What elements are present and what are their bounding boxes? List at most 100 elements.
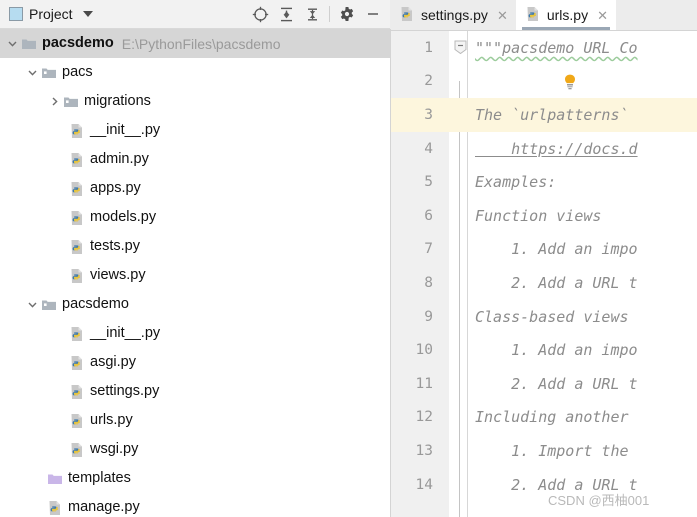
python-file-icon [68, 238, 85, 255]
code-text: The `urlpatterns` [475, 105, 629, 124]
python-file-icon [68, 412, 85, 429]
line-number: 13 [415, 442, 433, 459]
tree-row-models-py[interactable]: models.py [0, 203, 390, 232]
tree-row-admin-py[interactable]: admin.py [0, 145, 390, 174]
tree-item-label: models.py [90, 209, 157, 226]
tree-row-pacs[interactable]: pacs [0, 58, 390, 87]
line-number: 9 [424, 308, 433, 325]
expand-all-icon[interactable] [273, 1, 299, 27]
tree-item-label: apps.py [90, 180, 141, 197]
line-number: 10 [415, 342, 433, 359]
code-text: Class-based views [475, 307, 629, 326]
close-icon[interactable]: ✕ [497, 9, 508, 22]
editor-line-12: 12 Including another [391, 401, 697, 435]
tree-row-asgi-py[interactable]: asgi.py [0, 348, 390, 377]
close-icon[interactable]: ✕ [597, 9, 608, 22]
editor-lines: 1 """pacsdemo URL Co 2 3 The `urlpattern… [391, 31, 697, 517]
tree-row-views-py[interactable]: views.py [0, 261, 390, 290]
python-file-icon [46, 499, 63, 516]
tree-row-pacs-init-py[interactable]: __init__.py [0, 116, 390, 145]
tree-row-templates[interactable]: templates [0, 464, 390, 493]
tree-row-wsgi-py[interactable]: wsgi.py [0, 435, 390, 464]
editor-line-4: 4 https://docs.d [391, 132, 697, 166]
tree-row-manage-py[interactable]: manage.py [0, 493, 390, 517]
code-text: 1. Add an impo [475, 341, 638, 360]
tree-row-pacsdemo-module[interactable]: pacsdemo [0, 290, 390, 319]
tree-item-label: migrations [84, 93, 151, 110]
project-path-label: E:\PythonFiles\pacsdemo [121, 35, 281, 52]
module-folder-icon [62, 93, 79, 110]
editor-tab-urls-py[interactable]: urls.py ✕ [515, 0, 616, 30]
tree-row-pacsdemo-root[interactable]: pacsdemo E:\PythonFiles\pacsdemo [0, 29, 390, 58]
code-text: 2. Add a URL t [475, 475, 638, 494]
code-editor[interactable]: 1 """pacsdemo URL Co 2 3 The `urlpattern… [391, 31, 697, 517]
python-file-icon [399, 6, 415, 25]
python-file-icon [525, 6, 541, 25]
python-file-icon [68, 151, 85, 168]
tree-row-settings-py[interactable]: settings.py [0, 377, 390, 406]
python-file-icon [68, 441, 85, 458]
select-opened-file-icon[interactable] [247, 1, 273, 27]
tree-row-urls-py[interactable]: urls.py [0, 406, 390, 435]
chevron-down-icon[interactable] [24, 65, 40, 81]
code-text: """pacsdemo URL Co [475, 38, 638, 57]
tree-item-label: wsgi.py [90, 441, 139, 458]
line-number: 11 [415, 375, 433, 392]
tree-item-label: urls.py [90, 412, 133, 429]
tree-item-label: settings.py [90, 383, 160, 400]
editor-tab-label: urls.py [546, 7, 589, 23]
tree-item-label: pacsdemo [62, 296, 129, 313]
line-number: 5 [424, 174, 433, 191]
intention-bulb-icon[interactable] [561, 73, 579, 91]
tree-row-tests-py[interactable]: tests.py [0, 232, 390, 261]
editor-line-11: 11 2. Add a URL t [391, 367, 697, 401]
code-text: Function views [475, 206, 602, 225]
code-text: 1. Import the [475, 441, 629, 460]
chevron-down-icon[interactable] [82, 11, 93, 17]
collapse-all-icon[interactable] [299, 1, 325, 27]
tree-item-label: views.py [90, 267, 146, 284]
editor-line-3: 3 The `urlpatterns` [391, 98, 697, 132]
chevron-down-icon[interactable] [4, 36, 20, 52]
tree-item-label: manage.py [68, 499, 140, 516]
chevron-down-icon[interactable] [24, 297, 40, 313]
project-tree[interactable]: pacsdemo E:\PythonFiles\pacsdemo pacs mi… [0, 29, 390, 517]
pycharm-window: Project settings.py ✕ urls.py ✕ pacsdemo… [0, 0, 697, 517]
fold-marker-icon[interactable] [453, 31, 467, 65]
toolbar-divider [329, 6, 330, 22]
editor-tab-settings-py[interactable]: settings.py ✕ [390, 0, 516, 30]
tree-item-label: tests.py [90, 238, 140, 255]
tree-item-label: pacs [62, 64, 93, 81]
toolwindow-actions [247, 1, 390, 27]
line-number: 8 [424, 274, 433, 291]
python-file-icon [68, 325, 85, 342]
python-file-icon [68, 209, 85, 226]
tree-item-label: admin.py [90, 151, 149, 168]
python-file-icon [68, 122, 85, 139]
editor-line-1: 1 """pacsdemo URL Co [391, 31, 697, 65]
tree-row-migrations[interactable]: migrations [0, 87, 390, 116]
editor-line-2: 2 [391, 65, 697, 99]
editor-line-9: 9 Class-based views [391, 300, 697, 334]
minimize-icon[interactable] [360, 1, 386, 27]
tree-row-pacsdemo-init-py[interactable]: __init__.py [0, 319, 390, 348]
project-toolwindow-header: Project [0, 0, 390, 29]
chevron-right-icon[interactable] [46, 94, 62, 110]
gear-icon[interactable] [334, 1, 360, 27]
code-text: 2. Add a URL t [475, 273, 638, 292]
python-file-icon [68, 383, 85, 400]
templates-folder-icon [46, 470, 63, 487]
line-number: 4 [424, 140, 433, 157]
project-toolwindow-title-group[interactable]: Project [0, 6, 93, 22]
tree-item-label: pacsdemo [42, 35, 114, 52]
module-folder-icon [40, 296, 57, 313]
tree-item-label: __init__.py [90, 325, 161, 342]
editor-line-13: 13 1. Import the [391, 434, 697, 468]
python-file-icon [68, 354, 85, 371]
tree-row-apps-py[interactable]: apps.py [0, 174, 390, 203]
line-number: 14 [415, 476, 433, 493]
editor-line-10: 10 1. Add an impo [391, 333, 697, 367]
project-toolwindow-title: Project [29, 6, 73, 22]
code-text-hyperlink[interactable]: https://docs.d [475, 132, 637, 166]
line-number: 3 [424, 106, 433, 123]
